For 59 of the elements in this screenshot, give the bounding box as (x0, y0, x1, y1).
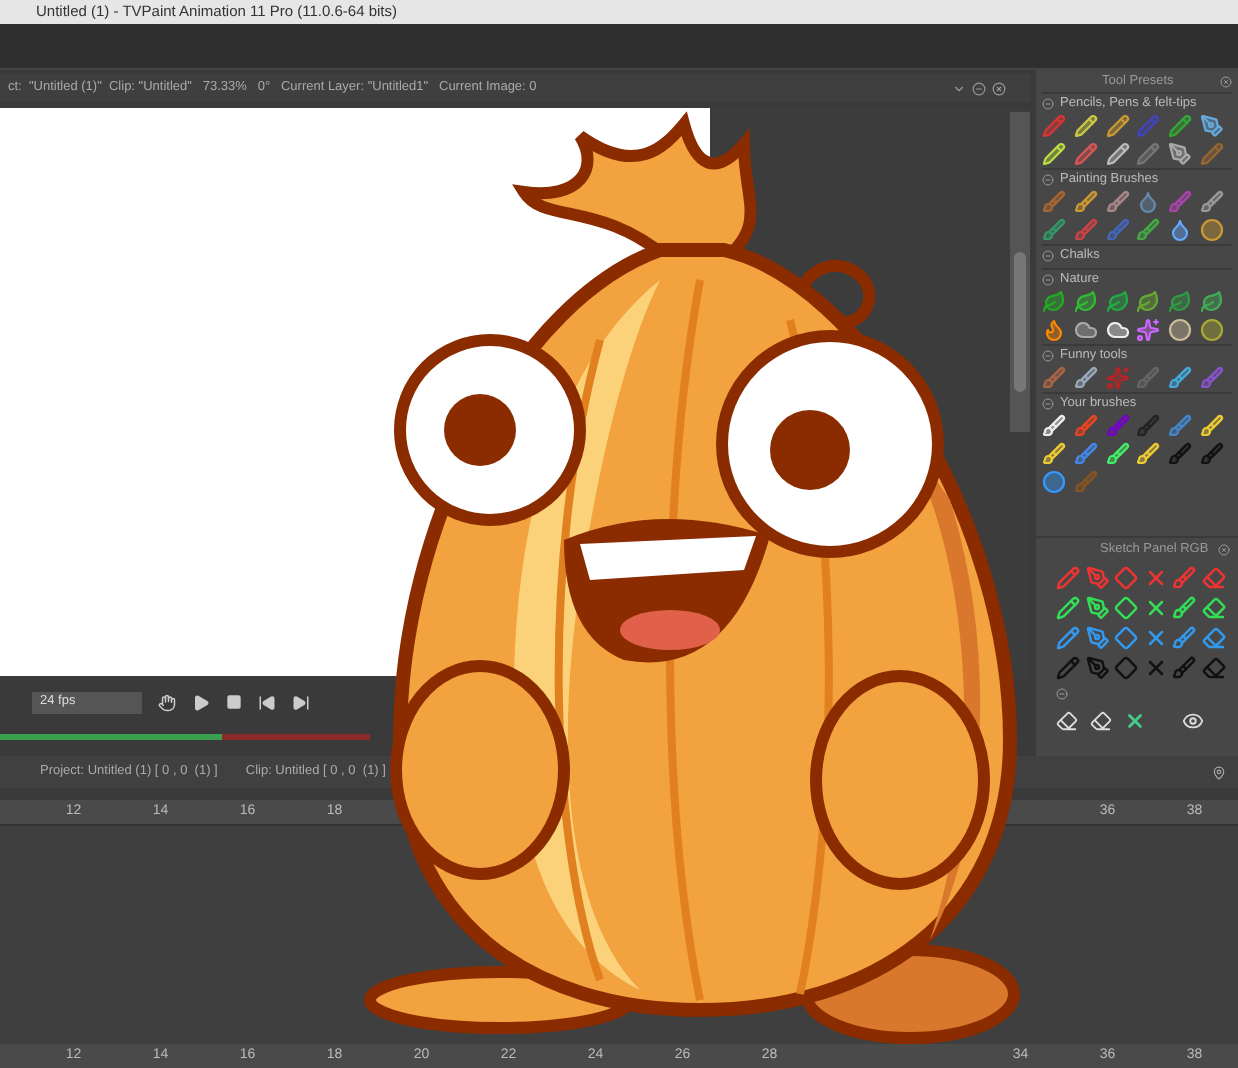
pen-icon[interactable] (1085, 566, 1109, 590)
collapse-icon[interactable] (1042, 397, 1054, 409)
close-icon[interactable] (992, 81, 1006, 95)
close-icon[interactable] (1218, 543, 1230, 555)
pin-icon[interactable] (1212, 765, 1226, 779)
play-icon[interactable] (192, 693, 210, 711)
brush-icon[interactable] (1172, 596, 1196, 620)
collapse-icon[interactable] (1042, 349, 1054, 361)
brush-icon[interactable] (1168, 366, 1193, 390)
collapse-icon[interactable] (1042, 273, 1054, 285)
x-icon[interactable] (1143, 626, 1167, 650)
diamond-icon[interactable] (1114, 566, 1138, 590)
x-icon[interactable] (1143, 566, 1167, 590)
sphere-icon[interactable] (1042, 470, 1066, 494)
pencil-icon[interactable] (1105, 142, 1130, 166)
blob-icon[interactable] (1200, 218, 1225, 242)
leaf-icon[interactable] (1200, 290, 1225, 314)
leaf-icon[interactable] (1168, 290, 1193, 314)
skip-forward-icon[interactable] (292, 693, 310, 711)
pencil-icon[interactable] (1105, 114, 1130, 138)
collapse-icon[interactable] (1056, 688, 1068, 700)
brush-icon[interactable] (1136, 442, 1161, 466)
pen-icon[interactable] (1168, 142, 1193, 166)
cloud-icon[interactable] (1105, 318, 1130, 342)
x-icon[interactable] (1143, 596, 1167, 620)
brush-icon[interactable] (1073, 190, 1098, 214)
pen-icon[interactable] (1085, 626, 1109, 650)
collapse-icon[interactable] (1042, 97, 1054, 109)
brush-icon[interactable] (1042, 414, 1066, 438)
close-icon[interactable] (1220, 75, 1232, 87)
flame-icon[interactable] (1042, 318, 1066, 342)
circle-icon[interactable] (1200, 318, 1225, 342)
leaf-icon[interactable] (1073, 290, 1098, 314)
brush-icon[interactable] (1105, 442, 1130, 466)
droplet-icon[interactable] (1168, 218, 1193, 242)
leaf-icon[interactable] (1136, 290, 1161, 314)
hand-icon[interactable] (158, 693, 176, 711)
circle-icon[interactable] (1168, 318, 1193, 342)
pen-icon[interactable] (1200, 114, 1225, 138)
brush-icon[interactable] (1042, 442, 1066, 466)
diamond-icon[interactable] (1114, 626, 1138, 650)
pen-icon[interactable] (1085, 596, 1109, 620)
eraser-icon[interactable] (1201, 626, 1225, 650)
x-icon[interactable] (1124, 710, 1146, 732)
brush-icon[interactable] (1200, 414, 1225, 438)
leaf-icon[interactable] (1042, 290, 1066, 314)
droplet-icon[interactable] (1136, 190, 1161, 214)
collapse-icon[interactable] (1042, 173, 1054, 185)
brush-icon[interactable] (1073, 366, 1098, 390)
pencil-icon[interactable] (1056, 626, 1080, 650)
skip-back-icon[interactable] (258, 693, 276, 711)
pencil-icon[interactable] (1168, 114, 1193, 138)
pencil-icon[interactable] (1073, 142, 1098, 166)
collapse-icon[interactable] (1042, 249, 1054, 261)
brush-icon[interactable] (1200, 190, 1225, 214)
collapse-icon[interactable] (952, 81, 966, 95)
minimize-icon[interactable] (972, 81, 986, 95)
eye-icon[interactable] (1182, 710, 1204, 732)
stop-icon[interactable] (226, 694, 242, 710)
